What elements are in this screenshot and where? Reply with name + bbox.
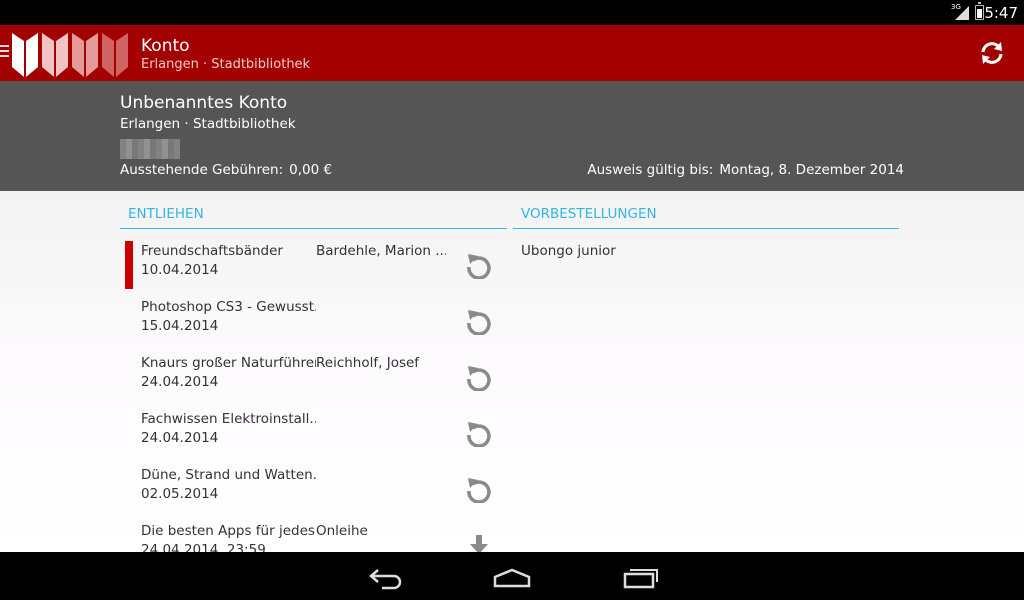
reservations-heading: VORBESTELLUNGEN (513, 206, 899, 229)
renew-button[interactable] (465, 419, 493, 448)
app-title: Konto (141, 36, 190, 56)
signal-icon: 3G (951, 3, 969, 20)
lent-item-due-date: 24.04.2014 (141, 374, 219, 390)
account-name: Unbenanntes Konto (120, 93, 288, 113)
lent-item-author: Onleihe (316, 523, 368, 539)
lent-item[interactable]: Knaurs großer Naturführer Reichholf, Jose… (125, 353, 507, 409)
account-library: Erlangen · Stadtbibliothek (120, 116, 296, 132)
lent-item-title: Die besten Apps für jedes ... (141, 523, 316, 539)
lent-item[interactable]: Photoshop CS3 - Gewusst... 15.04.2014 (125, 297, 507, 353)
download-icon (470, 535, 488, 552)
back-button[interactable] (364, 562, 404, 590)
lent-heading: ENTLIEHEN (120, 206, 507, 229)
status-time: 5:47 (984, 4, 1018, 22)
lent-item-due-date: 02.05.2014 (141, 486, 219, 502)
drawer-menu-icon[interactable] (0, 45, 9, 59)
lent-item[interactable]: Die besten Apps für jedes ... Onleihe 24.0… (125, 521, 507, 552)
lent-list: Freundschaftsbänder Bardehle, Marion ... 1… (125, 241, 507, 552)
renew-icon (467, 310, 491, 336)
home-icon (493, 568, 531, 588)
lent-item-author: Bardehle, Marion ... (316, 243, 446, 259)
battery-icon (975, 1, 984, 20)
lent-item-due-date: 10.04.2014 (141, 262, 219, 278)
redacted-card-number (120, 139, 180, 159)
refresh-button[interactable] (978, 39, 1006, 67)
renew-icon (467, 366, 491, 392)
system-nav-bar (0, 552, 1024, 600)
recent-apps-icon (623, 569, 658, 589)
status-bar: 3G 5:47 (0, 0, 1024, 25)
lent-item-title: Freundschaftsbänder (141, 243, 283, 259)
renew-icon (467, 422, 491, 448)
back-icon (369, 569, 402, 590)
lent-item-title: Photoshop CS3 - Gewusst... (141, 299, 316, 315)
renew-icon (467, 478, 491, 504)
lent-item-title: Knaurs großer Naturführer (141, 355, 316, 371)
lent-item-due-date: 24.04.2014, 23:59 (141, 542, 266, 552)
fees-label: Ausstehende Gebühren: (120, 162, 284, 178)
validity-value: Montag, 8. Dezember 2014 (719, 162, 904, 178)
home-button[interactable] (492, 562, 532, 590)
lent-item-due-date: 15.04.2014 (141, 318, 219, 334)
library-logo[interactable] (12, 29, 137, 81)
account-content[interactable]: ENTLIEHEN VORBESTELLUNGEN Freundschaftsb… (0, 191, 1024, 552)
lent-item[interactable]: Düne, Strand und Watten... 02.05.2014 (125, 465, 507, 521)
app-bar: Konto Erlangen · Stadtbibliothek (0, 25, 1024, 81)
renew-button[interactable] (465, 251, 493, 280)
lent-item-title: Fachwissen Elektroinstall... (141, 411, 316, 427)
refresh-icon (981, 42, 1003, 64)
lent-item[interactable]: Freundschaftsbänder Bardehle, Marion ... 1… (125, 241, 507, 297)
lent-item-due-date: 24.04.2014 (141, 430, 219, 446)
validity-label: Ausweis gültig bis: (587, 162, 714, 178)
lent-item-author: Reichholf, Josef (316, 355, 420, 371)
renew-button[interactable] (465, 475, 493, 504)
recent-apps-button[interactable] (620, 562, 660, 590)
renew-icon (467, 254, 491, 280)
overdue-flag (125, 241, 133, 289)
download-button[interactable] (465, 531, 493, 552)
outstanding-fees: Ausstehende Gebühren: 0,00 € (120, 162, 332, 178)
renew-button[interactable] (465, 363, 493, 392)
reservation-item[interactable]: Ubongo junior (521, 243, 616, 259)
account-header: Unbenanntes Konto Erlangen · Stadtbiblio… (0, 81, 1024, 191)
card-validity: Ausweis gültig bis: Montag, 8. Dezember 2… (587, 162, 904, 178)
network-type-label: 3G (951, 3, 961, 11)
lent-item-title: Düne, Strand und Watten... (141, 467, 316, 483)
renew-button[interactable] (465, 307, 493, 336)
status-icons: 3G (951, 1, 984, 20)
app-subtitle: Erlangen · Stadtbibliothek (141, 57, 311, 72)
lent-item[interactable]: Fachwissen Elektroinstall... 24.04.2014 (125, 409, 507, 465)
fees-value: 0,00 € (289, 162, 333, 178)
